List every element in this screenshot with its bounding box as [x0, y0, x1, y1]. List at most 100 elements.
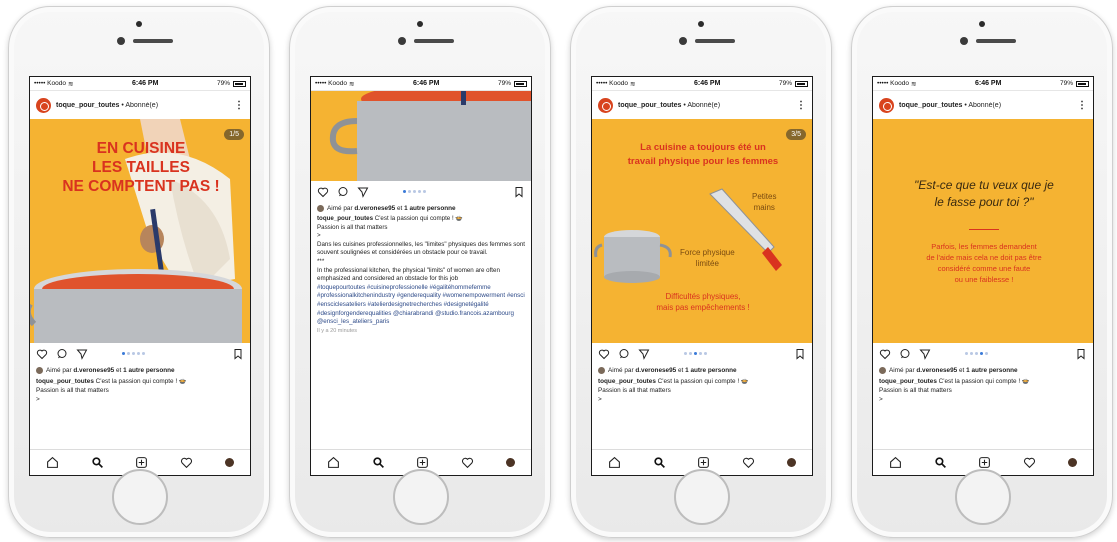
comment-icon[interactable] — [56, 348, 68, 360]
add-icon[interactable] — [978, 456, 991, 469]
caption-username[interactable]: toque_pour_toutes — [879, 378, 937, 385]
username[interactable]: toque_pour_toutes — [899, 102, 962, 109]
heart-icon[interactable] — [317, 186, 329, 198]
caption-username[interactable]: toque_pour_toutes — [36, 378, 94, 385]
carrier: ••••• Koodo — [34, 80, 66, 87]
carrier: ••••• Koodo — [596, 80, 628, 87]
caption-hashtags[interactable]: #toquepourtoutes #cuisineprofessionelle … — [317, 284, 525, 327]
post-slide[interactable] — [311, 91, 531, 181]
likes-line: Aimé par d.veronese95 et 1 autre personn… — [592, 365, 812, 376]
add-icon[interactable] — [697, 456, 710, 469]
body-line: ou une faiblesse ! — [954, 275, 1014, 284]
comment-icon[interactable] — [899, 348, 911, 360]
bookmark-icon[interactable] — [794, 348, 806, 360]
home-icon[interactable] — [327, 456, 340, 469]
activity-icon[interactable] — [742, 456, 755, 469]
bookmark-icon[interactable] — [1075, 348, 1087, 360]
slide-title: La cuisine a toujours été un travail phy… — [592, 141, 812, 169]
quote-line: le fasse pour toi ?" — [934, 195, 1034, 209]
likes-others[interactable]: 1 autre personne — [404, 205, 456, 212]
liker-username[interactable]: d.veronese95 — [635, 367, 676, 374]
post-timestamp: Il y a 20 minutes — [317, 327, 358, 334]
pot-illustration — [329, 91, 531, 181]
heart-icon[interactable] — [879, 348, 891, 360]
more-icon[interactable]: ⋮ — [796, 100, 806, 111]
caption-more[interactable]: > — [879, 395, 1087, 404]
home-button[interactable] — [393, 469, 449, 525]
title-line: EN CUISINE — [96, 140, 186, 157]
caption-username[interactable]: toque_pour_toutes — [317, 215, 373, 222]
action-bar — [311, 181, 531, 203]
earpiece-speaker — [133, 39, 173, 43]
profile-icon[interactable] — [225, 458, 235, 467]
caption-more[interactable]: > — [598, 395, 806, 404]
wifi-icon: ≋ — [910, 80, 917, 88]
search-icon[interactable] — [934, 456, 947, 469]
search-icon[interactable] — [653, 456, 666, 469]
username[interactable]: toque_pour_toutes — [618, 102, 681, 109]
more-icon[interactable]: ⋮ — [1077, 100, 1087, 111]
camera — [698, 21, 704, 27]
post-slide[interactable]: 3/5 La cuisine a toujours été un travail… — [592, 119, 812, 343]
home-icon[interactable] — [46, 456, 59, 469]
share-icon[interactable] — [357, 186, 369, 198]
bookmark-icon[interactable] — [232, 348, 244, 360]
caption-username[interactable]: toque_pour_toutes — [598, 378, 656, 385]
username[interactable]: toque_pour_toutes — [56, 102, 119, 109]
share-icon[interactable] — [76, 348, 88, 360]
title-line: travail physique pour les femmes — [627, 156, 779, 167]
home-button[interactable] — [674, 469, 730, 525]
liker-username[interactable]: d.veronese95 — [916, 367, 957, 374]
carousel-dots — [403, 190, 426, 193]
heart-icon[interactable] — [36, 348, 48, 360]
carrier: ••••• Koodo — [315, 80, 347, 87]
avatar[interactable] — [598, 97, 613, 113]
liker-username[interactable]: d.veronese95 — [354, 205, 395, 212]
comment-icon[interactable] — [337, 186, 349, 198]
home-button[interactable] — [112, 469, 168, 525]
clock: 6:46 PM — [693, 80, 721, 87]
post-slide[interactable]: "Est-ce que tu veux que je le fasse pour… — [873, 119, 1093, 343]
battery-percent: 79% — [497, 80, 511, 87]
avatar[interactable] — [879, 97, 894, 113]
home-button[interactable] — [955, 469, 1011, 525]
avatar[interactable] — [36, 97, 51, 113]
home-icon[interactable] — [889, 456, 902, 469]
status-bar: ••••• Koodo ≋ 6:46 PM 79% — [30, 77, 250, 91]
profile-icon[interactable] — [1068, 458, 1078, 467]
home-icon[interactable] — [608, 456, 621, 469]
activity-icon[interactable] — [180, 456, 193, 469]
slide-title: EN CUISINE LES TAILLES NE COMPTENT PAS ! — [30, 139, 250, 196]
profile-icon[interactable] — [506, 458, 516, 467]
wifi-icon: ≋ — [629, 80, 636, 88]
comment-icon[interactable] — [618, 348, 630, 360]
likes-prefix: Aimé par — [889, 367, 917, 374]
likes-others[interactable]: 1 autre personne — [123, 367, 175, 374]
add-icon[interactable] — [416, 456, 429, 469]
screen: ••••• Koodo ≋ 6:46 PM 79% toque_pour_tout… — [29, 76, 251, 476]
search-icon[interactable] — [372, 456, 385, 469]
activity-icon[interactable] — [461, 456, 474, 469]
search-icon[interactable] — [91, 456, 104, 469]
share-icon[interactable] — [638, 348, 650, 360]
battery-icon — [794, 80, 808, 87]
add-icon[interactable] — [135, 456, 148, 469]
action-bar — [873, 343, 1093, 365]
caption-more[interactable]: > — [36, 395, 244, 404]
liker-username[interactable]: d.veronese95 — [73, 367, 114, 374]
more-icon[interactable]: ⋮ — [234, 100, 244, 111]
heart-icon[interactable] — [598, 348, 610, 360]
activity-icon[interactable] — [1023, 456, 1036, 469]
likes-others[interactable]: 1 autre personne — [966, 367, 1018, 374]
earpiece-speaker — [976, 39, 1016, 43]
battery-percent: 79% — [1059, 80, 1073, 87]
earpiece-speaker — [414, 39, 454, 43]
likes-others[interactable]: 1 autre personne — [685, 367, 737, 374]
share-icon[interactable] — [919, 348, 931, 360]
bookmark-icon[interactable] — [513, 186, 525, 198]
front-sensor — [960, 37, 968, 45]
earpiece-speaker — [695, 39, 735, 43]
post-slide[interactable]: 1/5 EN CUISINE LES TAILLES NE COMPTENT P… — [30, 119, 250, 343]
profile-icon[interactable] — [787, 458, 797, 467]
carousel-dots — [122, 352, 145, 355]
